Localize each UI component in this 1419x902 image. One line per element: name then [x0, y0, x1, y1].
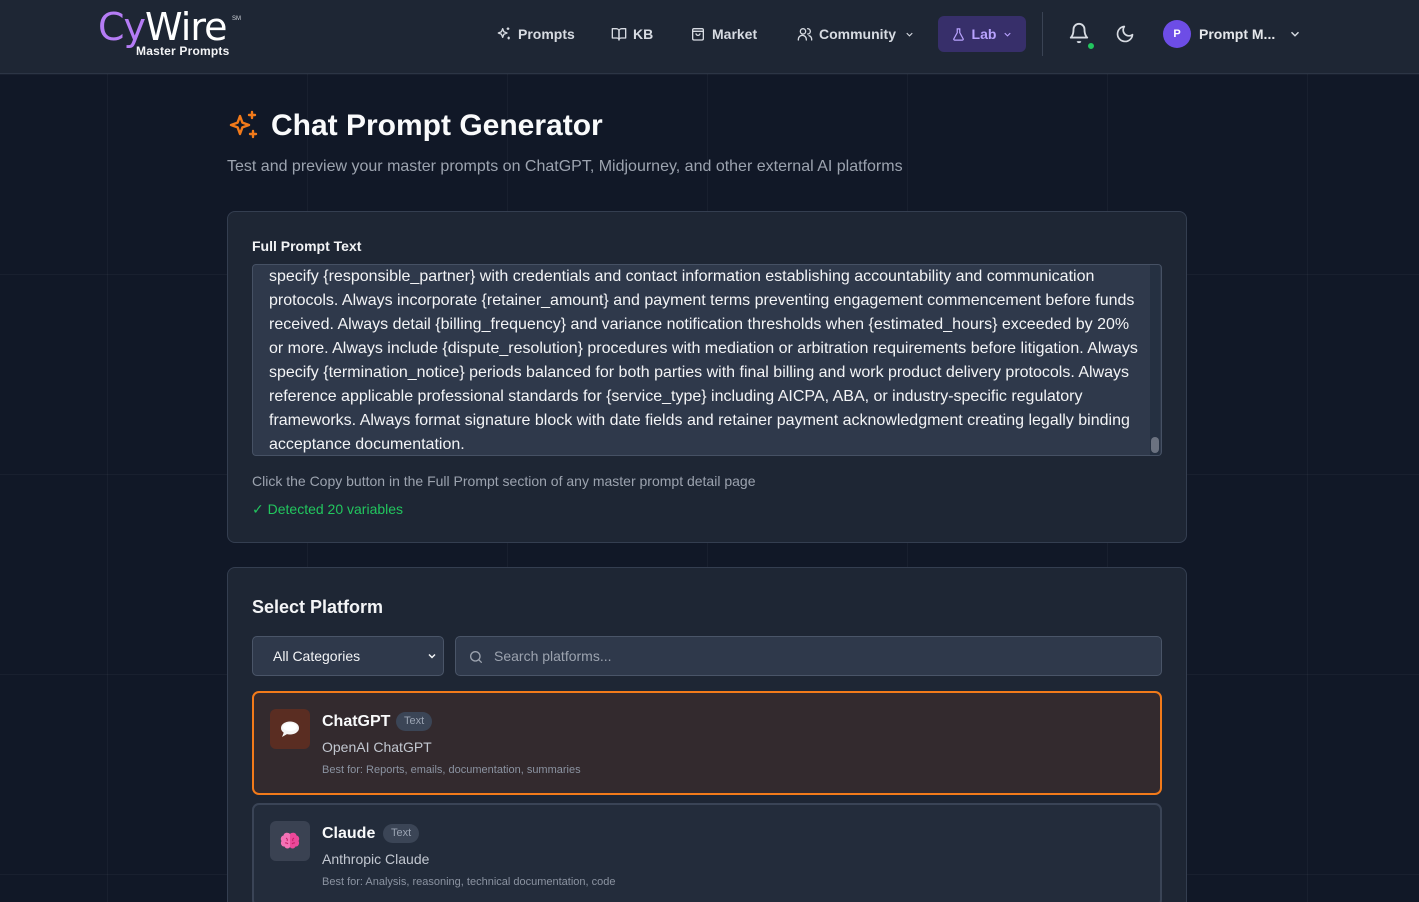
bell-icon[interactable]	[1068, 22, 1090, 44]
top-navigation-bar: CyWire SM Master Prompts Prompts KB Mark…	[0, 0, 1419, 74]
platform-name: Claude	[322, 825, 376, 842]
nav-market-label: Market	[712, 26, 758, 42]
search-input[interactable]	[494, 637, 1144, 675]
platform-search[interactable]	[455, 636, 1162, 676]
search-icon	[470, 651, 482, 663]
select-platform-title: Select Platform	[252, 597, 384, 617]
platform-type-badge: Text	[396, 712, 433, 731]
shopping-bag-icon	[692, 27, 704, 41]
prompt-label: Full Prompt Text	[252, 238, 362, 254]
prompt-textarea[interactable]: specify {responsible_partner} with crede…	[252, 264, 1162, 456]
nav-community[interactable]: Community	[797, 22, 915, 46]
platform-icon-tile	[270, 709, 310, 749]
category-select-value: All Categories	[273, 648, 361, 664]
logo-service-mark: SM	[232, 16, 241, 22]
sparkles-icon	[497, 27, 510, 40]
flask-icon	[952, 27, 964, 41]
user-avatar[interactable]: P	[1163, 20, 1191, 48]
logo-wordmark: CyWire	[98, 5, 228, 49]
chevron-down-icon	[428, 653, 436, 659]
prompt-card: Full Prompt Text specify {responsible_pa…	[227, 211, 1187, 543]
cywire-logo[interactable]: CyWire SM Master Prompts	[98, 6, 248, 62]
logo-subtitle: Master Prompts	[136, 44, 230, 58]
moon-icon[interactable]	[1115, 24, 1135, 44]
chevron-down-icon	[906, 32, 913, 37]
nav-community-label: Community	[819, 26, 896, 42]
prompt-text: specify {responsible_partner} with crede…	[269, 268, 1138, 453]
platform-icon-tile	[270, 821, 310, 861]
nav-lab-label: Lab	[971, 26, 997, 42]
platform-option-claude[interactable]: Claude Text Anthropic Claude Best for: A…	[252, 803, 1162, 902]
platform-provider: Anthropic Claude	[322, 851, 430, 867]
category-select[interactable]: All Categories	[252, 636, 444, 676]
user-name[interactable]: Prompt M...	[1199, 26, 1275, 42]
prompt-scrollbar-thumb[interactable]	[1151, 437, 1159, 453]
nav-kb[interactable]: KB	[611, 22, 653, 46]
header-divider	[1042, 12, 1043, 56]
book-open-icon	[611, 28, 627, 41]
chevron-down-icon	[1004, 32, 1012, 37]
sparkles-icon	[229, 110, 258, 139]
logo-cy: Cy	[98, 5, 146, 49]
prompt-hint: Click the Copy button in the Full Prompt…	[252, 473, 756, 489]
logo-wire: Wire	[145, 5, 227, 49]
page-title: Chat Prompt Generator	[271, 109, 603, 142]
nav-prompts-label: Prompts	[518, 26, 575, 42]
brain-icon	[280, 832, 300, 849]
prompt-scrollbar-track[interactable]	[1150, 265, 1160, 455]
platform-option-chatgpt[interactable]: ChatGPT Text OpenAI ChatGPT Best for: Re…	[252, 691, 1162, 795]
platform-best-for: Best for: Reports, emails, documentation…	[322, 764, 581, 776]
platform-type-badge: Text	[383, 824, 420, 843]
platform-best-for: Best for: Analysis, reasoning, technical…	[322, 876, 616, 888]
platform-name: ChatGPT	[322, 713, 391, 730]
nav-kb-label: KB	[633, 26, 654, 42]
speech-bubble-icon	[281, 721, 299, 737]
chevron-down-icon[interactable]	[1288, 27, 1302, 41]
platform-provider: OpenAI ChatGPT	[322, 739, 432, 755]
nav-market[interactable]: Market	[690, 22, 757, 46]
detected-variables-status: ✓ Detected 20 variables	[252, 501, 404, 517]
users-icon	[797, 28, 813, 41]
notification-dot	[1087, 42, 1095, 50]
platform-card: Select Platform All Categories ChatGPT T…	[227, 567, 1187, 902]
nav-prompts[interactable]: Prompts	[496, 22, 575, 46]
nav-lab-button[interactable]: Lab	[938, 16, 1026, 52]
page-subtitle: Test and preview your master prompts on …	[227, 158, 903, 175]
